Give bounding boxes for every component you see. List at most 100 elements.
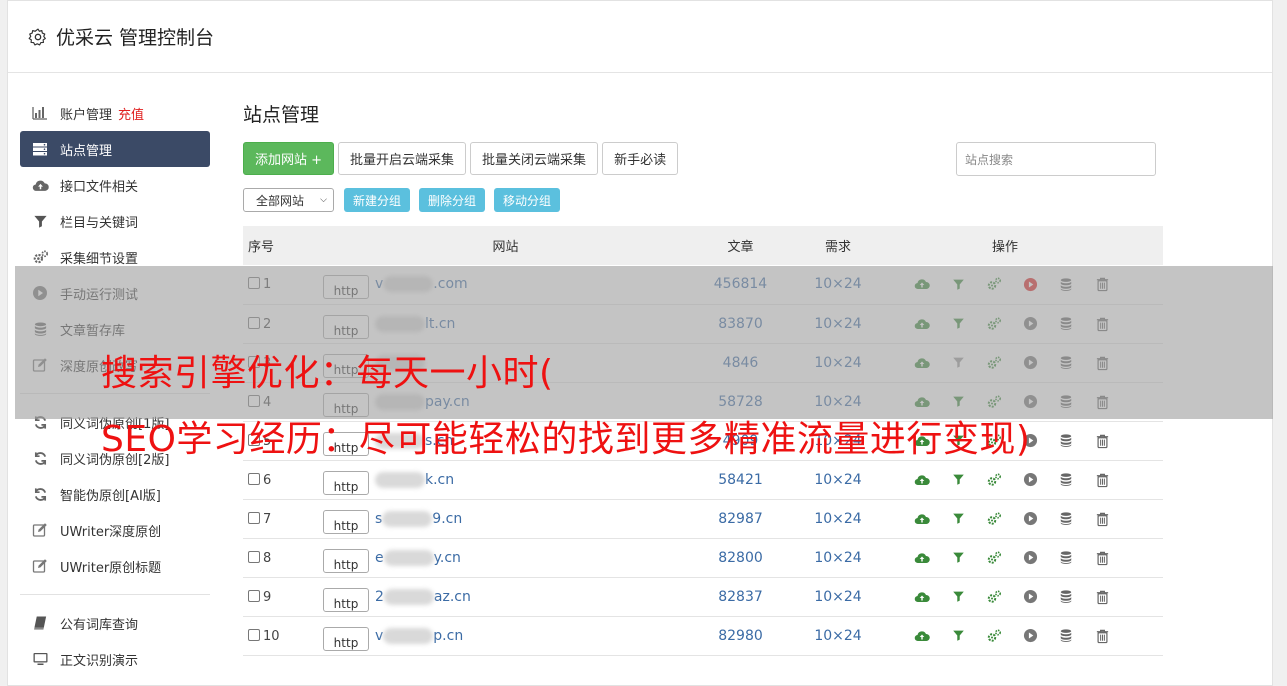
articles-count[interactable]: 82837 <box>693 577 788 617</box>
site-link[interactable]: s 9.cn <box>375 510 462 527</box>
site-link[interactable]: v p.cn <box>375 627 463 644</box>
filter-icon[interactable] <box>940 587 976 607</box>
move-group-button[interactable]: 移动分组 <box>494 188 561 212</box>
articles-count[interactable]: 82980 <box>693 616 788 656</box>
protocol-button[interactable]: http <box>323 587 369 612</box>
articles-count[interactable]: 82987 <box>693 499 788 539</box>
database-icon[interactable] <box>1048 626 1084 646</box>
row-checkbox[interactable] <box>248 628 260 641</box>
row-checkbox[interactable] <box>248 472 260 485</box>
database-icon[interactable] <box>1048 509 1084 529</box>
guide-button[interactable]: 新手必读 <box>602 141 679 175</box>
database-icon[interactable] <box>1048 587 1084 607</box>
row-checkbox[interactable] <box>248 550 260 563</box>
trash-icon[interactable] <box>1084 431 1120 451</box>
cloud-upload-icon[interactable] <box>904 548 940 568</box>
recharge-link[interactable]: 充值 <box>118 104 144 123</box>
filter-icon[interactable] <box>940 626 976 646</box>
gear-icon <box>28 28 46 46</box>
delete-group-button[interactable]: 删除分组 <box>419 188 486 212</box>
database-icon[interactable] <box>1048 548 1084 568</box>
trash-icon[interactable] <box>1084 587 1120 607</box>
monitor-icon <box>31 650 49 668</box>
row-id: 9 <box>263 589 272 605</box>
redacted-mask <box>383 549 434 566</box>
protocol-button[interactable]: http <box>323 509 369 534</box>
site-link[interactable]: 2 az.cn <box>375 588 471 605</box>
gears-icon[interactable] <box>976 548 1012 568</box>
articles-count[interactable]: 58421 <box>693 460 788 500</box>
cloud-upload-icon[interactable] <box>904 470 940 490</box>
site-link[interactable]: k.cn <box>375 471 454 488</box>
sidebar-item-label: 站点管理 <box>60 143 113 159</box>
trash-icon[interactable] <box>1084 509 1120 529</box>
trash-icon[interactable] <box>1084 548 1120 568</box>
protocol-button[interactable]: http <box>323 626 369 651</box>
row-ops <box>888 499 1163 539</box>
sidebar-item-items-0[interactable]: 账户管理 充值 <box>20 95 210 131</box>
play-circle-icon[interactable] <box>1012 548 1048 568</box>
site-url-prefix: s <box>375 510 383 527</box>
watermark-line-1: 搜索引擎优化：每天一小时( <box>101 353 554 394</box>
batch-close-button[interactable]: 批量关闭云端采集 <box>470 141 599 175</box>
row-site-cell: http k.cn <box>318 460 693 500</box>
play-circle-icon[interactable] <box>1012 626 1048 646</box>
sidebar-item-items2-2[interactable]: 智能伪原创[AI版] <box>20 476 210 512</box>
sidebar-item-items-2[interactable]: 接口文件相关 <box>20 167 210 203</box>
gears-icon[interactable] <box>976 509 1012 529</box>
filter-icon[interactable] <box>940 509 976 529</box>
gears-icon[interactable] <box>976 587 1012 607</box>
sidebar-item-items-3[interactable]: 栏目与关键词 <box>20 203 210 239</box>
main-panel: 站点管理 添加网站 + 批量开启云端采集 批量关闭云端采集 新手必读 站点搜索 … <box>243 100 1163 656</box>
cloud-upload-icon[interactable] <box>904 509 940 529</box>
articles-count[interactable]: 82800 <box>693 538 788 578</box>
row-checkbox[interactable] <box>248 511 260 524</box>
play-circle-icon[interactable] <box>1012 509 1048 529</box>
sidebar-item-items2-4[interactable]: UWriter原创标题 <box>20 548 210 584</box>
bar-chart-icon <box>31 104 49 122</box>
row-id: 6 <box>263 472 272 488</box>
row-checkbox[interactable] <box>248 589 260 602</box>
group-select[interactable]: 全部网站 ⌵ <box>243 188 334 212</box>
sidebar-item-label: 接口文件相关 <box>60 179 139 195</box>
play-circle-icon[interactable] <box>1012 587 1048 607</box>
sidebar-item-label: 采集细节设置 <box>60 251 139 267</box>
batch-open-button[interactable]: 批量开启云端采集 <box>338 141 467 175</box>
need-value[interactable]: 10×24 <box>788 616 888 656</box>
add-site-button[interactable]: 添加网站 + <box>243 141 335 175</box>
need-value[interactable]: 10×24 <box>788 538 888 578</box>
row-id: 10 <box>263 628 280 644</box>
row-id-cell: 9 <box>243 577 318 617</box>
need-value[interactable]: 10×24 <box>788 460 888 500</box>
protocol-button[interactable]: http <box>323 470 369 495</box>
sidebar-item-items-1[interactable]: 站点管理 <box>20 131 210 167</box>
book-icon <box>31 614 49 632</box>
gears-icon[interactable] <box>976 470 1012 490</box>
sidebar-item-items2-3[interactable]: UWriter深度原创 <box>20 512 210 548</box>
edit-icon <box>31 521 49 539</box>
play-circle-icon[interactable] <box>1012 470 1048 490</box>
gears-icon[interactable] <box>976 626 1012 646</box>
database-icon[interactable] <box>1048 470 1084 490</box>
redacted-mask <box>375 471 425 488</box>
sidebar-item-items3-0[interactable]: 公有词库查询 <box>20 605 210 641</box>
sidebar-item-label: UWriter深度原创 <box>60 524 162 540</box>
sidebar-item-items3-1[interactable]: 正文识别演示 <box>20 641 210 677</box>
row-id: 8 <box>263 550 272 566</box>
site-link[interactable]: e y.cn <box>375 549 461 566</box>
cloud-upload-icon[interactable] <box>904 587 940 607</box>
top-bar: 优采云 管理控制台 <box>8 1 1272 73</box>
filter-icon[interactable] <box>940 470 976 490</box>
sidebar-item-label: 正文识别演示 <box>60 653 139 669</box>
site-search-input[interactable]: 站点搜索 <box>956 142 1156 176</box>
protocol-button[interactable]: http <box>323 548 369 573</box>
filter-icon[interactable] <box>940 548 976 568</box>
need-value[interactable]: 10×24 <box>788 499 888 539</box>
trash-icon[interactable] <box>1084 470 1120 490</box>
sidebar-item-label: 栏目与关键词 <box>60 215 139 231</box>
new-group-button[interactable]: 新建分组 <box>344 188 411 212</box>
trash-icon[interactable] <box>1084 626 1120 646</box>
database-icon[interactable] <box>1048 431 1084 451</box>
need-value[interactable]: 10×24 <box>788 577 888 617</box>
cloud-upload-icon[interactable] <box>904 626 940 646</box>
